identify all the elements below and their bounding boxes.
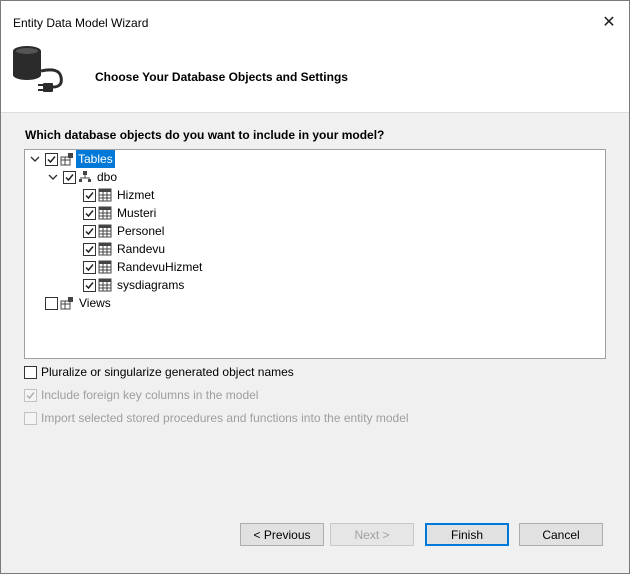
table-label[interactable]: sysdiagrams: [117, 276, 184, 294]
finish-button[interactable]: Finish: [425, 523, 509, 546]
database-plug-icon: [13, 46, 63, 92]
table-icon: [98, 206, 112, 220]
tree-node-views[interactable]: Views: [25, 294, 225, 312]
table-label[interactable]: Hizmet: [117, 186, 154, 204]
objects-question: Which database objects do you want to in…: [25, 128, 385, 142]
window-title: Entity Data Model Wizard: [13, 16, 149, 30]
table-checkbox[interactable]: [83, 189, 96, 202]
views-checkbox[interactable]: [45, 297, 58, 310]
foreign-keys-label: Include foreign key columns in the model: [41, 388, 259, 402]
table-icon: [98, 260, 112, 274]
pluralize-checkbox[interactable]: [24, 366, 37, 379]
database-objects-tree[interactable]: Tables dbo Hizmet Musteri Personel Rande…: [24, 149, 606, 359]
foreign-keys-option: Include foreign key columns in the model: [24, 386, 324, 404]
table-icon: [98, 188, 112, 202]
table-icon: [98, 278, 112, 292]
close-button[interactable]: ✕: [595, 10, 623, 36]
stored-procs-checkbox: [24, 412, 37, 425]
stored-procs-label: Import selected stored procedures and fu…: [41, 411, 409, 425]
tables-folder-icon: [60, 153, 73, 166]
wizard-header: Choose Your Database Objects and Setting…: [1, 45, 629, 113]
tables-label[interactable]: Tables: [76, 150, 115, 168]
table-label[interactable]: RandevuHizmet: [117, 258, 202, 276]
dbo-checkbox[interactable]: [63, 171, 76, 184]
foreign-keys-checkbox: [24, 389, 37, 402]
next-button: Next >: [330, 523, 414, 546]
views-folder-icon: [60, 297, 73, 310]
tree-item-table[interactable]: Personel: [25, 222, 325, 240]
tree-item-table[interactable]: sysdiagrams: [25, 276, 325, 294]
tree-node-tables[interactable]: Tables: [25, 150, 225, 168]
previous-button[interactable]: < Previous: [240, 523, 324, 546]
page-title: Choose Your Database Objects and Setting…: [95, 70, 348, 84]
views-label[interactable]: Views: [79, 294, 111, 312]
table-label[interactable]: Personel: [117, 222, 164, 240]
table-label[interactable]: Musteri: [117, 204, 156, 222]
dbo-label[interactable]: dbo: [97, 168, 117, 186]
table-checkbox[interactable]: [83, 207, 96, 220]
table-checkbox[interactable]: [83, 225, 96, 238]
chevron-down-icon[interactable]: [29, 150, 41, 168]
table-checkbox[interactable]: [83, 243, 96, 256]
tree-item-table[interactable]: Randevu: [25, 240, 325, 258]
wizard-window: Entity Data Model Wizard ✕ Choose Your D…: [0, 0, 630, 574]
table-icon: [98, 242, 112, 256]
tree-node-dbo[interactable]: dbo: [25, 168, 225, 186]
tree-item-table[interactable]: RandevuHizmet: [25, 258, 325, 276]
schema-icon: [79, 171, 91, 182]
title-bar: Entity Data Model Wizard ✕: [1, 1, 629, 45]
table-label[interactable]: Randevu: [117, 240, 165, 258]
chevron-down-icon[interactable]: [47, 168, 59, 186]
table-checkbox[interactable]: [83, 279, 96, 292]
stored-procs-option: Import selected stored procedures and fu…: [24, 409, 444, 427]
cancel-button[interactable]: Cancel: [519, 523, 603, 546]
pluralize-label[interactable]: Pluralize or singularize generated objec…: [41, 363, 294, 381]
tables-checkbox[interactable]: [45, 153, 58, 166]
table-icon: [98, 224, 112, 238]
pluralize-option[interactable]: Pluralize or singularize generated objec…: [24, 363, 324, 381]
tree-item-table[interactable]: Musteri: [25, 204, 325, 222]
table-checkbox[interactable]: [83, 261, 96, 274]
tree-item-table[interactable]: Hizmet: [25, 186, 325, 204]
